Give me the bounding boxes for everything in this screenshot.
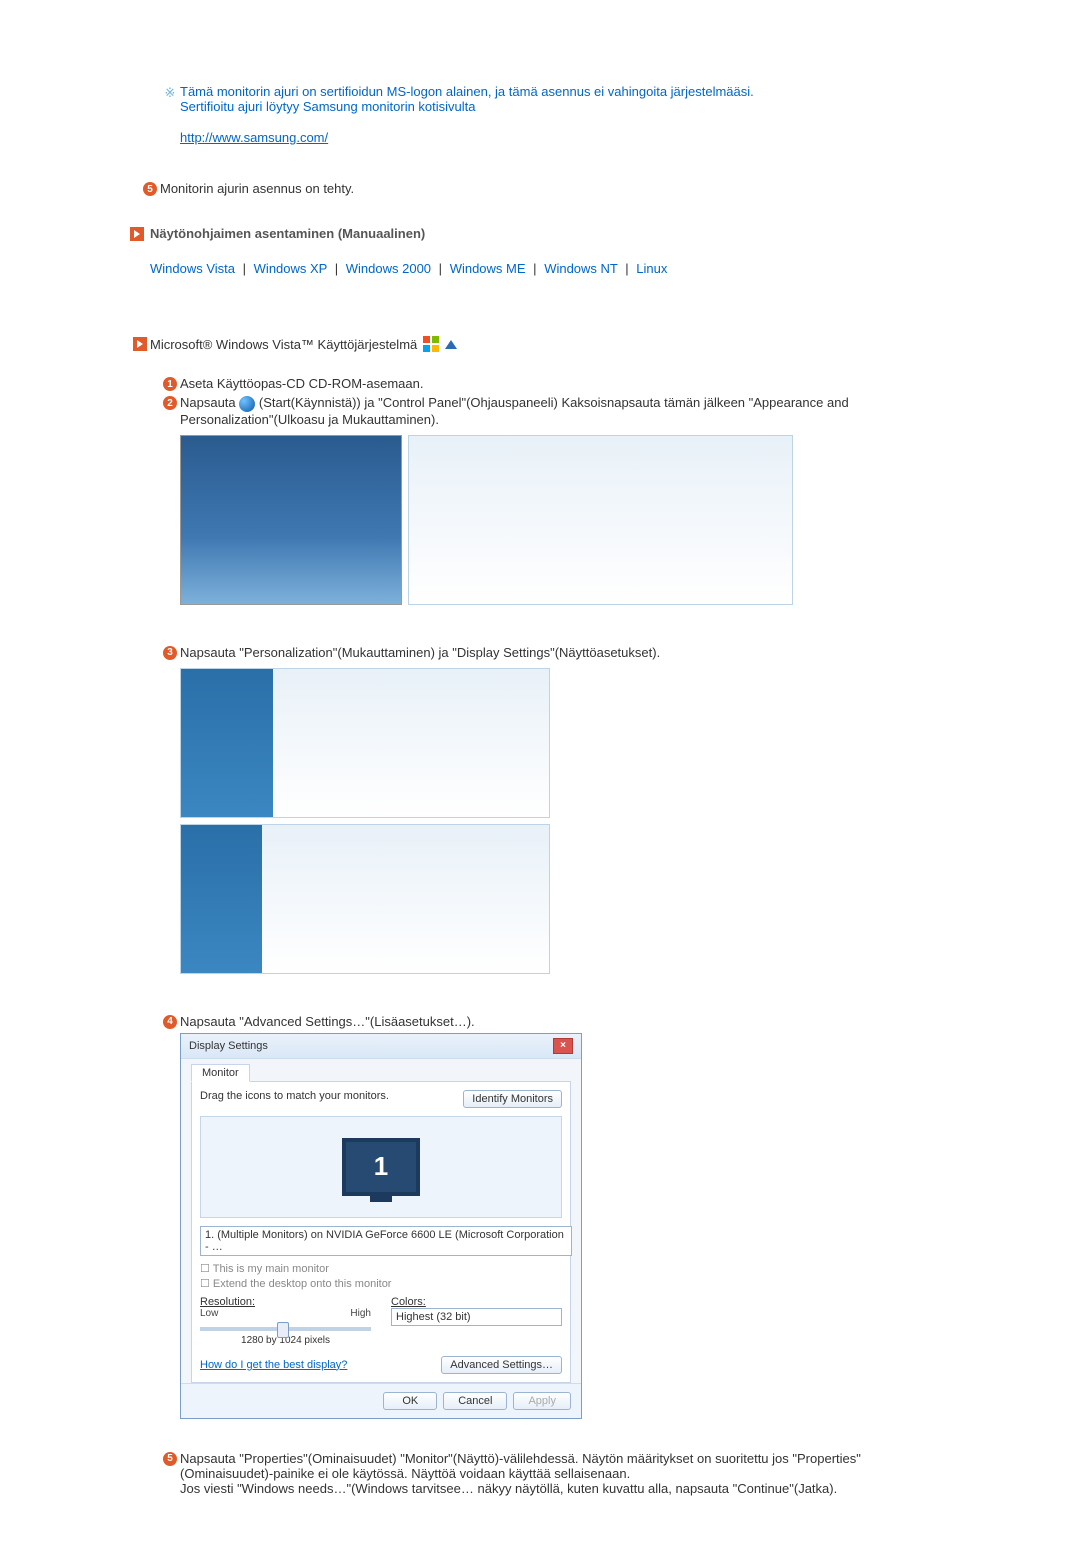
os-links-row: Windows Vista | Windows XP | Windows 200… bbox=[150, 261, 920, 276]
monitor-tab[interactable]: Monitor bbox=[191, 1064, 250, 1082]
certification-note: ※ Tämä monitorin ajuri on sertifioidun M… bbox=[160, 84, 920, 145]
number-5-icon: 5 bbox=[143, 182, 157, 196]
arrow-right-icon bbox=[133, 337, 147, 351]
resolution-high-label: High bbox=[350, 1308, 371, 1319]
install-done-text: Monitorin ajurin asennus on tehty. bbox=[160, 181, 920, 196]
close-icon[interactable]: × bbox=[553, 1038, 573, 1054]
number-3-icon: 3 bbox=[163, 646, 177, 660]
control-panel-screenshot bbox=[408, 435, 793, 605]
dialog-title: Display Settings bbox=[189, 1040, 268, 1052]
start-orb-icon bbox=[239, 396, 255, 412]
note-line2: Sertifioitu ajuri löytyy Samsung monitor… bbox=[180, 99, 476, 114]
samsung-link[interactable]: http://www.samsung.com/ bbox=[180, 130, 328, 145]
display-settings-dialog: Display Settings × Monitor Drag the icon… bbox=[180, 1033, 582, 1419]
step2-screenshots bbox=[180, 435, 920, 605]
vista-step-4: 4 Napsauta "Advanced Settings…"(Lisäaset… bbox=[160, 1014, 920, 1029]
resolution-slider[interactable] bbox=[200, 1327, 371, 1331]
best-display-link[interactable]: How do I get the best display? bbox=[200, 1359, 347, 1371]
link-windows-xp[interactable]: Windows XP bbox=[254, 261, 327, 276]
arrow-right-icon bbox=[130, 227, 144, 241]
vista-step-1: 1 Aseta Käyttöopas-CD CD-ROM-asemaan. bbox=[160, 376, 920, 391]
monitor-icon[interactable]: 1 bbox=[342, 1138, 420, 1196]
start-menu-screenshot bbox=[180, 435, 402, 605]
triangle-up-icon bbox=[445, 340, 457, 349]
vista-step4-text: Napsauta "Advanced Settings…"(Lisäasetuk… bbox=[180, 1014, 920, 1029]
vista-step-5: 5 Napsauta "Properties"(Ominaisuudet) "M… bbox=[160, 1451, 920, 1496]
note-line1: Tämä monitorin ajuri on sertifioidun MS-… bbox=[180, 84, 754, 99]
document-page: ※ Tämä monitorin ajuri on sertifioidun M… bbox=[0, 0, 1080, 1560]
ok-button[interactable]: OK bbox=[383, 1392, 437, 1410]
install-done-row: 5 Monitorin ajurin asennus on tehty. bbox=[140, 181, 920, 196]
link-windows-me[interactable]: Windows ME bbox=[450, 261, 526, 276]
number-5-icon-b: 5 bbox=[163, 1452, 177, 1466]
windows-flag-icon bbox=[423, 336, 439, 352]
colors-select[interactable]: Highest (32 bit) bbox=[391, 1308, 562, 1326]
vista-step3-text: Napsauta "Personalization"(Mukauttaminen… bbox=[180, 645, 920, 660]
step3-screenshots bbox=[180, 668, 920, 974]
personalization-screenshot-2 bbox=[180, 824, 550, 974]
apply-button: Apply bbox=[513, 1392, 571, 1410]
personalization-screenshot-1 bbox=[180, 668, 550, 818]
vista-step5-text: Napsauta "Properties"(Ominaisuudet) "Mon… bbox=[180, 1451, 861, 1481]
vista-step5b-text: Jos viesti "Windows needs…"(Windows tarv… bbox=[180, 1481, 837, 1496]
link-windows-vista[interactable]: Windows Vista bbox=[150, 261, 235, 276]
vista-step-2: 2 Napsauta (Start(Käynnistä)) ja "Contro… bbox=[160, 395, 920, 427]
link-linux[interactable]: Linux bbox=[636, 261, 667, 276]
identify-monitors-button[interactable]: Identify Monitors bbox=[463, 1090, 562, 1108]
resolution-low-label: Low bbox=[200, 1308, 218, 1319]
dialog-titlebar: Display Settings × bbox=[181, 1034, 581, 1059]
link-windows-2000[interactable]: Windows 2000 bbox=[346, 261, 431, 276]
vista-step2-text: (Start(Käynnistä)) ja "Control Panel"(Oh… bbox=[180, 395, 849, 427]
manual-install-heading-text: Näytönohjaimen asentaminen (Manuaalinen) bbox=[150, 226, 425, 241]
vista-step-3: 3 Napsauta "Personalization"(Mukauttamin… bbox=[160, 645, 920, 660]
resolution-label: Resolution: bbox=[200, 1296, 371, 1308]
vista-heading-text: Microsoft® Windows Vista™ Käyttöjärjeste… bbox=[150, 337, 417, 352]
monitor-preview-area: 1 bbox=[200, 1116, 562, 1218]
extend-desktop-checkbox: ☐ Extend the desktop onto this monitor bbox=[200, 1277, 562, 1290]
advanced-settings-button[interactable]: Advanced Settings… bbox=[441, 1356, 562, 1374]
manual-install-heading: Näytönohjaimen asentaminen (Manuaalinen) bbox=[130, 226, 920, 241]
note-icon: ※ bbox=[165, 85, 176, 101]
number-4-icon: 4 bbox=[163, 1015, 177, 1029]
monitor-select[interactable]: 1. (Multiple Monitors) on NVIDIA GeForce… bbox=[200, 1226, 572, 1256]
number-2-icon: 2 bbox=[163, 396, 177, 410]
colors-label: Colors: bbox=[391, 1296, 562, 1308]
number-1-icon: 1 bbox=[163, 377, 177, 391]
cancel-button[interactable]: Cancel bbox=[443, 1392, 507, 1410]
main-monitor-checkbox: ☐ This is my main monitor bbox=[200, 1262, 562, 1275]
drag-instruction-text: Drag the icons to match your monitors. bbox=[200, 1090, 389, 1102]
vista-step1-text: Aseta Käyttöopas-CD CD-ROM-asemaan. bbox=[180, 376, 920, 391]
vista-section-header: Microsoft® Windows Vista™ Käyttöjärjeste… bbox=[130, 336, 920, 352]
link-windows-nt[interactable]: Windows NT bbox=[544, 261, 617, 276]
